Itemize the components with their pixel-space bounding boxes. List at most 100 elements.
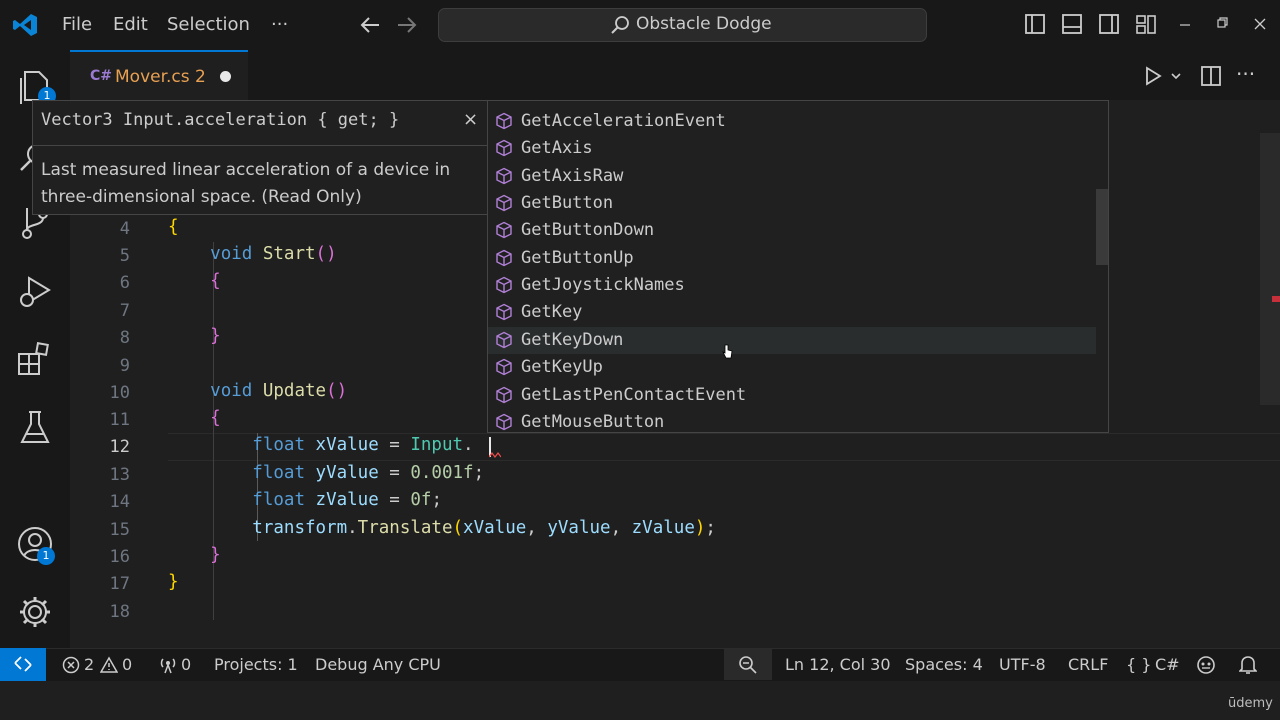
code-line: void Update()	[210, 381, 348, 401]
error-circle-icon[interactable]	[62, 656, 80, 674]
suggestion-label: GetButtonDown	[521, 220, 655, 241]
suggestion-item[interactable]: GetKey	[488, 299, 1096, 326]
line-number: 10	[109, 383, 130, 403]
code-line: {	[210, 408, 221, 428]
line-number: 9	[119, 356, 130, 376]
search-text: Obstacle Dodge	[636, 14, 772, 34]
restore-icon[interactable]	[1215, 12, 1229, 36]
suggestion-item[interactable]: GetButton	[488, 190, 1096, 217]
line-number: 6	[119, 273, 130, 293]
suggestion-label: GetMouseButton	[521, 411, 665, 432]
hover-tooltip: Vector3 Input.acceleration { get; } × La…	[32, 100, 488, 215]
video-bottom-strip	[0, 681, 1280, 720]
indentation[interactable]: Spaces: 4	[905, 655, 983, 674]
testing-flask-icon[interactable]	[17, 408, 53, 448]
csharp-file-icon: C#	[90, 68, 113, 84]
run-debug-icon[interactable]	[17, 272, 53, 310]
suggestion-label: GetKey	[521, 302, 583, 323]
suggestion-item[interactable]: GetAxisRaw	[488, 163, 1096, 190]
code-line: void Start()	[210, 244, 337, 264]
remote-icon	[14, 656, 32, 672]
method-cube-icon	[496, 222, 512, 239]
error-squiggle	[489, 452, 501, 458]
code-line: }	[168, 572, 179, 592]
suggestion-label: GetAccelerationEvent	[521, 111, 726, 131]
unsaved-dot-icon[interactable]	[220, 71, 231, 82]
method-cube-icon	[496, 194, 512, 212]
toggle-primary-sidebar-icon[interactable]	[1024, 12, 1046, 36]
zoom-indicator[interactable]	[724, 649, 772, 680]
suggestion-item[interactable]: GetButtonUp	[488, 245, 1096, 272]
warning-count[interactable]: 0	[122, 655, 132, 674]
zoom-magnifier-icon	[739, 656, 757, 674]
run-play-icon[interactable]	[1144, 66, 1162, 86]
error-count[interactable]: 2	[84, 655, 94, 674]
menu-more[interactable]: ···	[271, 14, 288, 35]
language-mode[interactable]: C#	[1155, 655, 1180, 674]
warning-triangle-icon[interactable]	[100, 656, 118, 674]
minimize-icon[interactable]	[1178, 12, 1192, 36]
suggestion-item[interactable]: GetLastPenContactEvent	[488, 382, 1096, 409]
run-dropdown-chevron-icon[interactable]	[1170, 70, 1182, 82]
suggestion-widget[interactable]: GetAccelerationEvent GetAxis GetAxisRaw Get…	[487, 100, 1109, 433]
method-cube-icon	[496, 167, 512, 184]
code-line: }	[210, 326, 221, 346]
method-cube-icon	[496, 358, 512, 376]
toggle-secondary-sidebar-icon[interactable]	[1098, 12, 1120, 36]
build-config[interactable]: Debug Any CPU	[315, 655, 441, 674]
back-arrow-icon[interactable]	[359, 15, 381, 35]
remote-indicator[interactable]	[0, 648, 46, 681]
suggestion-item[interactable]: GetButtonDown	[488, 217, 1096, 244]
settings-gear-icon[interactable]	[17, 594, 53, 630]
forward-arrow-icon[interactable]	[396, 15, 418, 35]
code-line: float zValue = 0f;	[252, 490, 442, 510]
suggestion-item[interactable]: GetAccelerationEvent	[488, 108, 1096, 135]
suggestion-item[interactable]: GetMouseButton	[488, 409, 1096, 432]
notifications-bell-icon[interactable]	[1239, 655, 1257, 675]
editor-scrollbar[interactable]	[1260, 133, 1280, 405]
ports-count[interactable]: 0	[181, 655, 191, 674]
split-editor-icon[interactable]	[1200, 65, 1222, 87]
menu-edit[interactable]: Edit	[113, 14, 148, 35]
menu-selection[interactable]: Selection	[167, 14, 250, 35]
copilot-icon[interactable]	[1196, 655, 1216, 675]
line-number: 17	[109, 574, 130, 594]
method-cube-icon	[496, 304, 512, 321]
suggestion-label: GetButton	[521, 193, 614, 214]
code-line: float yValue = 0.001f;	[252, 463, 485, 483]
suggestion-item[interactable]: GetKeyUp	[488, 354, 1096, 381]
language-braces-icon[interactable]: { }	[1126, 655, 1151, 674]
method-cube-icon	[496, 386, 512, 403]
method-cube-icon	[496, 249, 512, 267]
line-number: 16	[109, 547, 130, 567]
accounts-badge: 1	[37, 547, 55, 565]
code-line: {	[168, 217, 179, 237]
suggestion-item[interactable]: GetAxis	[488, 135, 1096, 162]
close-window-icon[interactable]	[1253, 12, 1267, 36]
suggestion-scrollbar[interactable]	[1096, 189, 1108, 265]
error-marker	[1272, 296, 1280, 302]
hover-description: Last measured linear acceleration of a d…	[41, 160, 451, 207]
method-cube-icon	[496, 112, 512, 130]
line-ending[interactable]: CRLF	[1068, 655, 1108, 674]
search-icon	[611, 16, 629, 34]
toggle-panel-icon[interactable]	[1061, 12, 1083, 36]
cursor-position[interactable]: Ln 12, Col 30	[785, 655, 891, 674]
suggestion-item[interactable]: GetKeyDown	[488, 326, 1096, 354]
method-cube-icon	[496, 276, 512, 294]
extensions-icon[interactable]	[17, 340, 53, 378]
ports-antenna-icon[interactable]	[158, 656, 178, 674]
menu-file[interactable]: File	[62, 14, 92, 35]
projects-status[interactable]: Projects: 1	[214, 655, 298, 674]
suggestion-item[interactable]: GetJoystickNames	[488, 272, 1096, 299]
line-number: 14	[109, 492, 130, 512]
line-number: 7	[119, 301, 130, 321]
mouse-pointer-icon	[722, 344, 733, 359]
hover-close-icon[interactable]: ×	[463, 109, 478, 130]
encoding[interactable]: UTF-8	[999, 655, 1046, 674]
more-actions-icon[interactable]: ···	[1236, 62, 1255, 86]
customize-layout-icon[interactable]	[1135, 12, 1157, 36]
code-line: transform.Translate(xValue, yValue, zVal…	[252, 518, 716, 538]
line-number: 11	[109, 410, 130, 430]
tab-mover-cs[interactable]: C# Mover.cs 2	[70, 50, 248, 100]
